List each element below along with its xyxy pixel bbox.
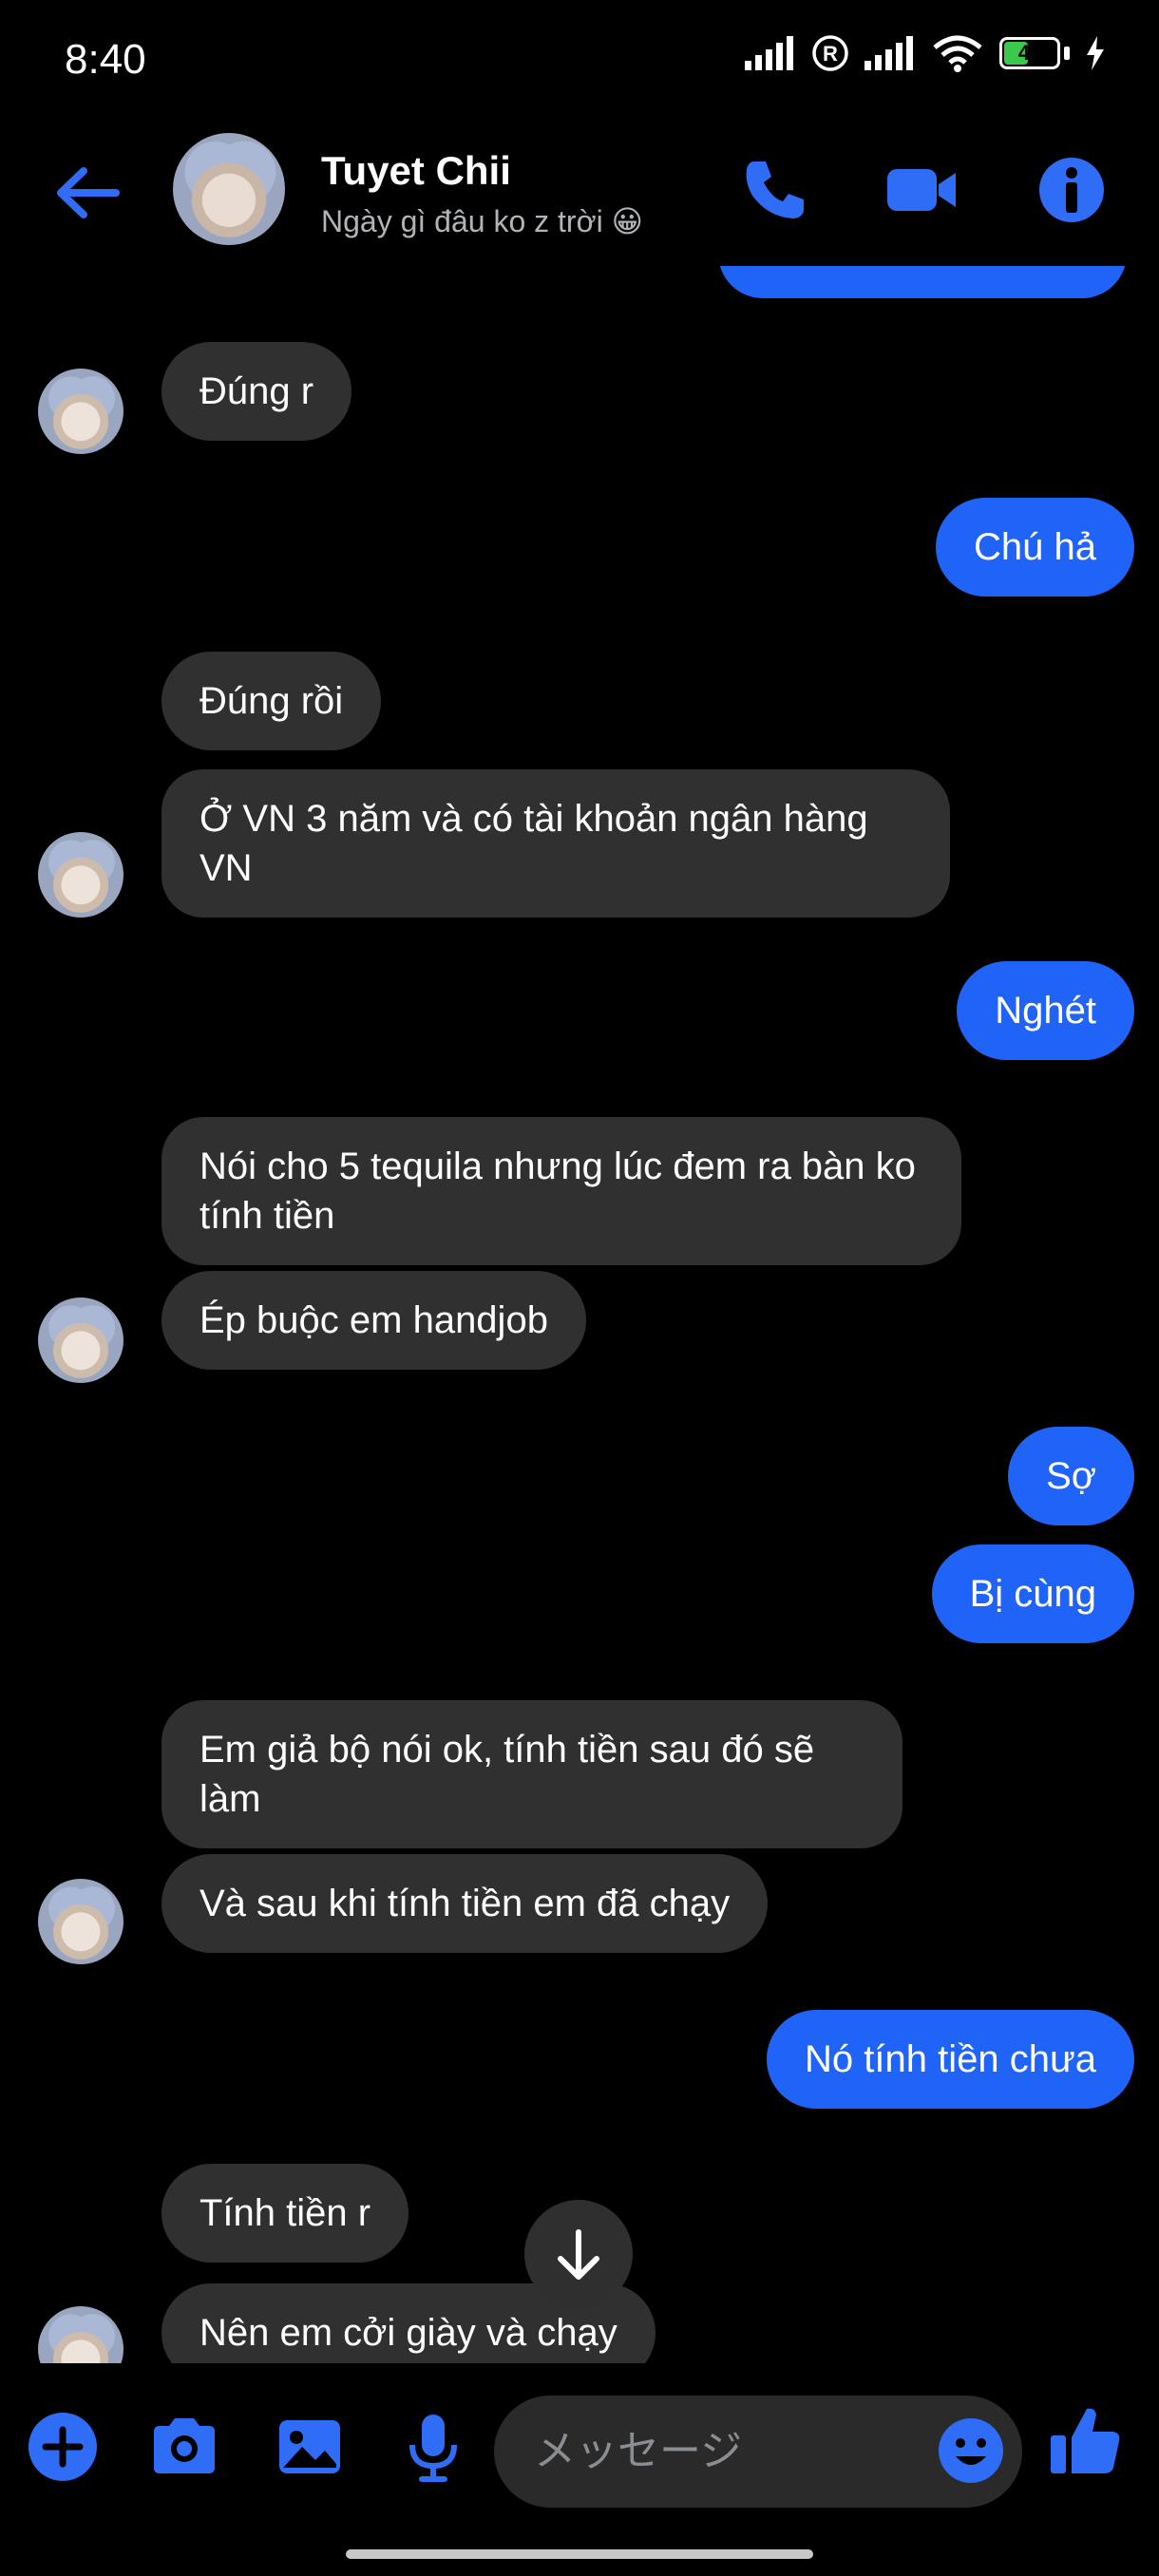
message-bubble-incoming[interactable]: Em giả bộ nói ok, tính tiền sau đó sẽ là… bbox=[162, 1700, 902, 1848]
contact-avatar-small[interactable] bbox=[38, 369, 124, 454]
contact-avatar[interactable] bbox=[173, 133, 285, 245]
message-bubble-incoming[interactable]: Đúng r bbox=[162, 342, 352, 441]
message-bubble-incoming[interactable]: Tính tiền r bbox=[162, 2164, 409, 2263]
message-bubble-incoming[interactable]: Và sau khi tính tiền em đã chạy bbox=[162, 1854, 769, 1953]
microphone-icon[interactable] bbox=[395, 2409, 471, 2485]
signal-icon-2 bbox=[864, 36, 913, 70]
arrow-down-icon bbox=[558, 2229, 599, 2280]
info-icon[interactable] bbox=[1034, 152, 1110, 228]
contact-avatar-small[interactable] bbox=[38, 832, 124, 918]
roaming-icon: R bbox=[812, 35, 848, 71]
message-bubble-outgoing[interactable]: Bị cùng bbox=[931, 1544, 1134, 1643]
status-icons: R 46 bbox=[745, 34, 1106, 72]
emoji-icon[interactable] bbox=[935, 2415, 1007, 2487]
message-bubble-outgoing[interactable]: Chú hả bbox=[936, 498, 1134, 597]
battery-level: 46 bbox=[1017, 41, 1042, 65]
contact-avatar-small[interactable] bbox=[38, 1297, 124, 1383]
message-bubble-incoming[interactable]: Nói cho 5 tequila nhưng lúc đem ra bàn k… bbox=[162, 1117, 961, 1265]
contact-name[interactable]: Tuyet Chii bbox=[321, 148, 511, 194]
contact-status: Ngày gì đâu ko z trời 😀 bbox=[321, 204, 643, 238]
message-bubble-outgoing[interactable]: Sợ bbox=[1008, 1427, 1134, 1525]
message-bubble-outgoing[interactable]: Nghét bbox=[957, 961, 1134, 1060]
phone-call-icon[interactable] bbox=[737, 152, 813, 228]
signal-icon bbox=[745, 36, 793, 70]
message-bubble-incoming[interactable]: Ép buộc em handjob bbox=[162, 1271, 586, 1370]
charging-icon bbox=[1087, 36, 1104, 70]
camera-icon[interactable] bbox=[146, 2409, 222, 2485]
gallery-icon[interactable] bbox=[272, 2409, 348, 2485]
svg-text:R: R bbox=[823, 42, 838, 66]
like-thumb-icon[interactable] bbox=[1045, 2401, 1125, 2481]
battery-icon: 46 bbox=[999, 37, 1060, 69]
scroll-to-bottom-button[interactable] bbox=[524, 2200, 633, 2308]
plus-icon[interactable] bbox=[25, 2409, 101, 2485]
status-time: 8:40 bbox=[65, 36, 146, 83]
contact-avatar-small[interactable] bbox=[38, 2306, 124, 2363]
video-call-icon[interactable] bbox=[884, 152, 960, 228]
home-indicator[interactable] bbox=[346, 2549, 813, 2559]
battery-cap bbox=[1064, 47, 1070, 60]
contact-avatar-small[interactable] bbox=[38, 1879, 124, 1964]
back-arrow-icon[interactable] bbox=[49, 160, 125, 226]
message-bubble-outgoing[interactable] bbox=[718, 266, 1127, 298]
message-bubble-outgoing[interactable]: Nó tính tiền chưa bbox=[767, 2010, 1134, 2109]
wifi-icon bbox=[933, 35, 982, 72]
message-bubble-incoming[interactable]: Đúng rồi bbox=[162, 652, 382, 750]
message-list[interactable]: Đúng r Chú hả Đúng rồi Ở VN 3 năm và có … bbox=[0, 266, 1159, 2363]
message-bubble-incoming[interactable]: Ở VN 3 năm và có tài khoản ngân hàng VN bbox=[162, 769, 950, 918]
